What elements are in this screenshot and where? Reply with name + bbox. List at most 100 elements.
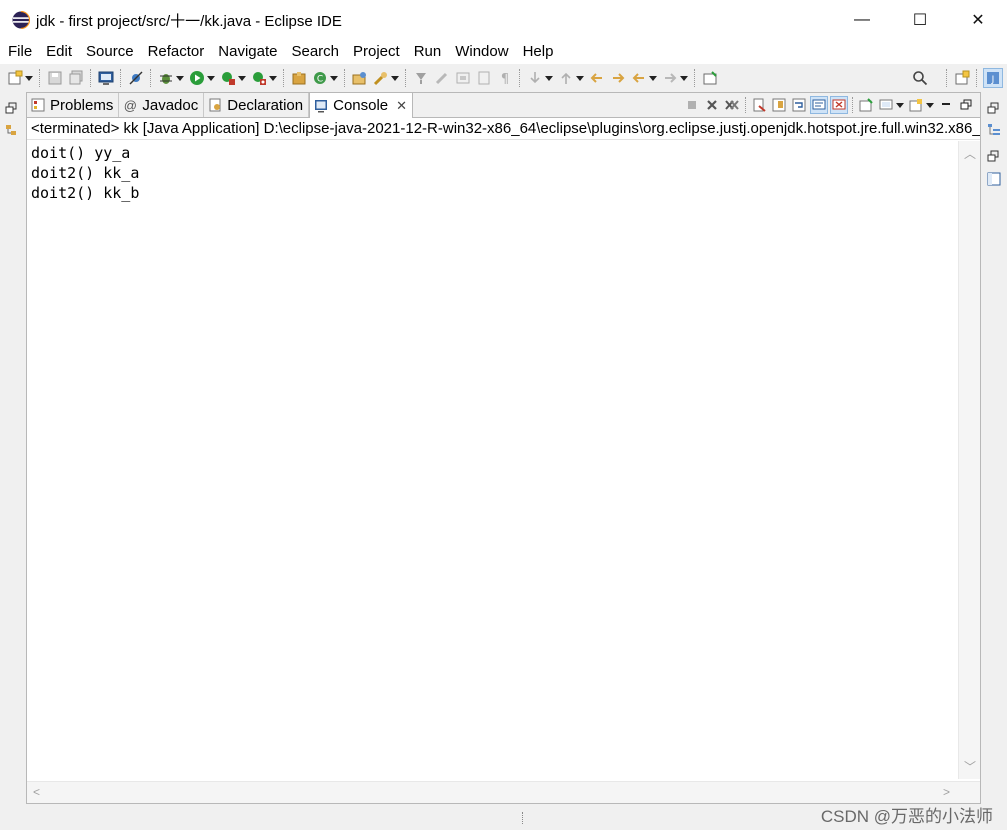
scroll-lock-icon[interactable] [770,96,788,114]
pin-console-icon[interactable] [857,96,875,114]
new-dropdown[interactable] [25,70,33,87]
outline-icon[interactable] [987,123,1001,137]
save-all-icon[interactable] [67,70,84,87]
title-bar: jdk - first project/src/十一/kk.java - Ecl… [0,0,1007,40]
console-line: doit2() kk_b [31,184,140,202]
block-selection-icon[interactable] [454,70,471,87]
word-wrap-icon[interactable] [790,96,808,114]
menu-search[interactable]: Search [284,40,346,64]
search-dropdown[interactable] [391,70,399,87]
new-icon[interactable] [6,70,23,87]
horizontal-scrollbar[interactable]: < > [27,781,980,803]
whitespace-icon[interactable]: ¶ [496,70,513,87]
vertical-scrollbar[interactable]: ︿ ﹀ [958,141,980,779]
minimize-view-icon[interactable] [937,96,955,114]
save-icon[interactable] [46,70,63,87]
prev-annotation-icon[interactable] [557,70,574,87]
edit-location-icon[interactable] [609,70,626,87]
tab-label: Javadoc [142,96,199,114]
new-class-dropdown[interactable] [330,70,338,87]
tab-console[interactable]: Console ✕ [309,92,414,118]
maximize-view-icon[interactable] [957,96,975,114]
open-perspective-icon[interactable] [953,70,970,87]
scroll-down-icon[interactable]: ﹀ [964,758,976,775]
restore-icon[interactable] [5,102,18,115]
external-tools-icon[interactable] [250,70,267,87]
scroll-left-icon[interactable]: < [33,785,40,799]
window-title: jdk - first project/src/十一/kk.java - Ecl… [36,12,342,30]
menu-window[interactable]: Window [448,40,515,64]
terminate-icon[interactable] [683,96,701,114]
scroll-right-icon[interactable]: > [943,785,950,799]
menu-bar: File Edit Source Refactor Navigate Searc… [0,40,1007,64]
restore-right-icon[interactable] [987,102,1001,116]
right-trim-stack [981,92,1007,830]
new-java-class-icon[interactable]: C [311,70,328,87]
coverage-icon[interactable] [219,70,236,87]
tab-problems[interactable]: Problems [27,93,120,117]
search-icon[interactable] [911,70,928,87]
console-output[interactable]: doit() yy_a doit2() kk_a doit2() kk_b [27,141,958,779]
annotation-icon[interactable] [433,70,450,87]
menu-file[interactable]: File [0,40,39,64]
menu-project[interactable]: Project [346,40,407,64]
menu-navigate[interactable]: Navigate [211,40,284,64]
skip-breakpoints-icon[interactable] [127,70,144,87]
close-button[interactable]: ✕ [949,0,1007,40]
main-toolbar: C ¶ J [0,64,1007,92]
svg-text:¶: ¶ [500,72,508,86]
debug-dropdown[interactable] [176,70,184,87]
debug-icon[interactable] [157,70,174,87]
new-java-package-icon[interactable] [290,70,307,87]
java-perspective-icon[interactable]: J [983,68,1003,88]
console-line: doit2() kk_a [31,164,140,182]
last-edit-icon[interactable] [588,70,605,87]
prev-annotation-dropdown[interactable] [576,70,584,87]
next-annotation-dropdown[interactable] [545,70,553,87]
menu-run[interactable]: Run [407,40,449,64]
console-process-label: <terminated> kk [Java Application] D:\ec… [27,118,980,140]
minimize-button[interactable]: — [833,0,891,40]
pin-icon[interactable] [701,70,718,87]
open-console-icon[interactable] [907,96,925,114]
menu-help[interactable]: Help [516,40,561,64]
forward-dropdown[interactable] [680,70,688,87]
back-icon[interactable] [630,70,647,87]
task-list-icon[interactable] [987,172,1001,186]
run-icon[interactable] [188,70,205,87]
tab-javadoc[interactable]: @ Javadoc [119,93,205,117]
show-selected-icon[interactable] [475,70,492,87]
clear-console-icon[interactable] [750,96,768,114]
restore-right-2-icon[interactable] [987,150,1001,164]
remove-all-terminated-icon[interactable] [723,96,741,114]
coverage-dropdown[interactable] [238,70,246,87]
remove-launch-icon[interactable] [703,96,721,114]
menu-refactor[interactable]: Refactor [141,40,212,64]
menu-source[interactable]: Source [79,40,141,64]
open-type-icon[interactable] [351,70,368,87]
terminal-icon[interactable] [97,70,114,87]
javadoc-icon: @ [123,97,137,113]
display-console-icon[interactable] [877,96,895,114]
search-icon-tb[interactable] [372,70,389,87]
console-actions [682,93,980,117]
hierarchy-icon[interactable] [5,124,18,137]
problems-icon [31,98,45,112]
tab-label: Declaration [227,96,304,114]
menu-edit[interactable]: Edit [39,40,79,64]
tab-declaration[interactable]: Declaration [204,93,310,117]
show-on-stderr-icon[interactable] [830,96,848,114]
back-dropdown[interactable] [649,70,657,87]
close-tab-icon[interactable]: ✕ [396,98,407,114]
next-annotation-icon[interactable] [526,70,543,87]
forward-icon[interactable] [661,70,678,87]
external-tools-dropdown[interactable] [269,70,277,87]
show-on-stdout-icon[interactable] [810,96,828,114]
status-grip[interactable] [522,812,525,824]
scroll-up-icon[interactable]: ︿ [964,145,976,162]
maximize-button[interactable]: ☐ [891,0,949,40]
toggle-mark-icon[interactable] [412,70,429,87]
display-console-dropdown[interactable] [896,97,904,114]
open-console-dropdown[interactable] [926,97,934,114]
run-dropdown[interactable] [207,70,215,87]
